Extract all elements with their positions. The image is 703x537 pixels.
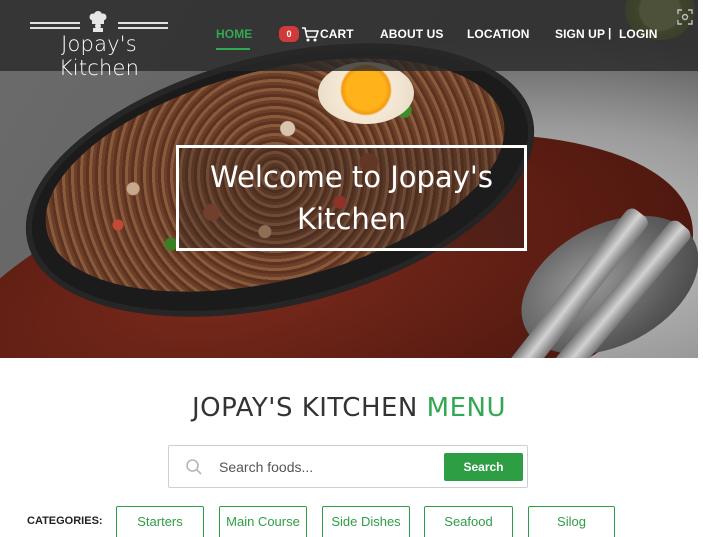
welcome-box: Welcome to Jopay's Kitchen (176, 145, 527, 251)
logo-line (30, 27, 80, 29)
nav-about-link[interactable]: ABOUT US (380, 27, 443, 41)
category-seafood-button[interactable]: Seafood (424, 506, 513, 537)
nav-separator: | (608, 26, 612, 40)
logo-line (118, 27, 168, 29)
cart-count-badge: 0 (279, 26, 299, 42)
nav-login-link[interactable]: LOGIN (619, 27, 658, 41)
egg-topping (318, 62, 414, 124)
logo-line (118, 22, 168, 24)
nav-location-link[interactable]: LOCATION (467, 27, 530, 41)
nav-home-link[interactable]: HOME (216, 27, 252, 41)
welcome-heading: Welcome to Jopay's Kitchen (210, 160, 493, 236)
menu-title: JOPAY'S KITCHEN MENU (0, 393, 698, 423)
nav-signup-link[interactable]: SIGN UP (555, 27, 605, 41)
category-main-course-button[interactable]: Main Course (219, 506, 307, 537)
navbar: Jopay's Kitchen HOME 0 CART ABOUT US LOC… (0, 0, 698, 80)
search-input[interactable] (219, 454, 439, 480)
categories-label: CATEGORIES: (27, 515, 103, 527)
category-side-dishes-button[interactable]: Side Dishes (322, 506, 410, 537)
nav-cart-link[interactable]: CART (320, 27, 354, 41)
screen-capture-icon[interactable] (677, 9, 693, 25)
site-logo[interactable]: Jopay's Kitchen (26, 8, 172, 80)
menu-title-accent: MENU (426, 393, 506, 423)
logo-text: Jopay's Kitchen (58, 32, 140, 80)
search-bar: Search (168, 445, 528, 488)
search-icon (186, 459, 202, 475)
chef-hat-icon (89, 11, 107, 32)
menu-title-main: JOPAY'S KITCHEN (192, 393, 418, 423)
category-starters-button[interactable]: Starters (116, 506, 204, 537)
search-button[interactable]: Search (444, 453, 523, 481)
active-underline (216, 48, 250, 50)
category-silog-button[interactable]: Silog (528, 506, 615, 537)
cart-icon[interactable] (301, 25, 319, 43)
logo-line (30, 22, 80, 24)
